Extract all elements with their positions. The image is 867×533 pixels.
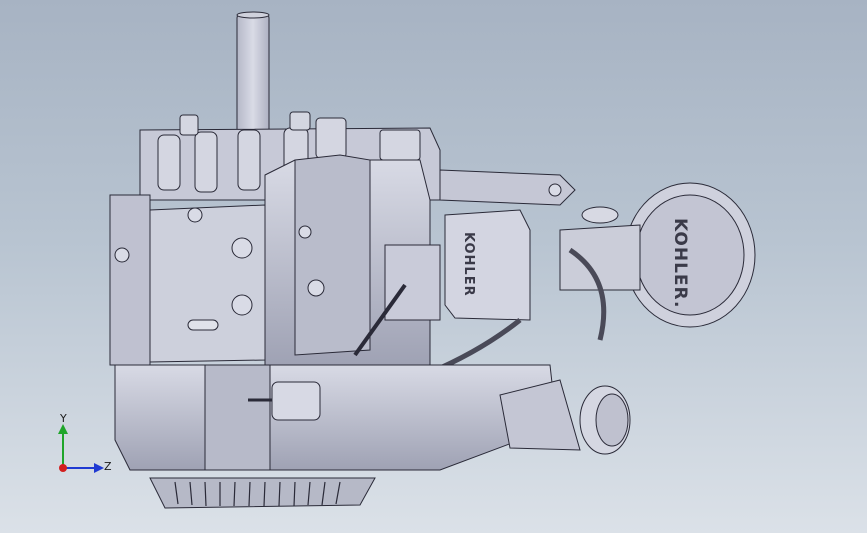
y-axis-arrow (58, 424, 68, 434)
exhaust-pipe (236, 13, 270, 135)
air-filter-brand-text: KOHLER. (670, 218, 690, 308)
z-axis-label: Z (104, 460, 112, 473)
intake-housing (384, 244, 441, 321)
y-axis-label: Y (60, 412, 67, 425)
orientation-triad: Y Z (48, 410, 118, 480)
inline-fuel-filter (271, 381, 321, 421)
crankcase-side-cover (149, 204, 266, 363)
engine-3d-model[interactable]: KOHLER KOHLER. (0, 0, 867, 533)
crankcase-left (109, 194, 151, 366)
air-intake-cover (444, 209, 531, 321)
intake-brand-text: KOHLER (461, 232, 476, 297)
flywheel-screen (149, 477, 376, 509)
z-axis-arrow (94, 463, 104, 473)
x-axis-dot (59, 464, 67, 472)
blower-housing (114, 364, 556, 471)
graphics-viewport[interactable]: KOHLER KOHLER. Y Z (0, 0, 867, 533)
